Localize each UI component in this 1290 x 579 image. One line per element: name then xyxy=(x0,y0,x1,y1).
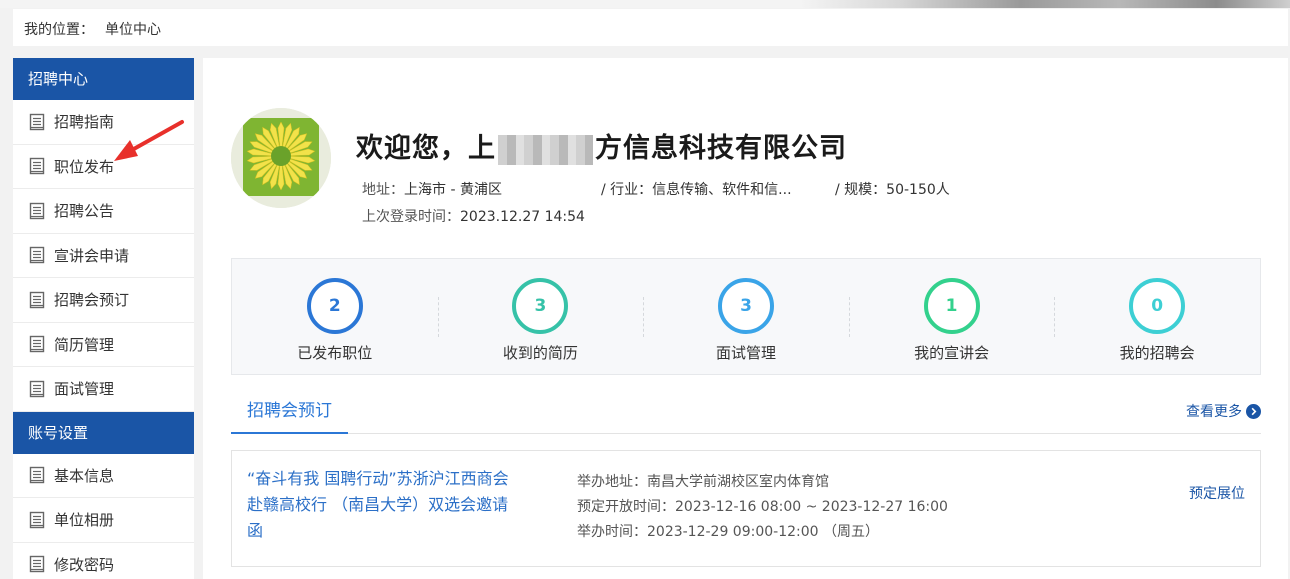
sidebar-item-label: 招聘会预订 xyxy=(54,291,130,310)
fair-venue: 举办地址：南昌大学前湖校区室内体育馆 xyxy=(577,474,829,490)
fair-card: “奋斗有我 国聘行动”苏浙沪江西商会赴赣高校行 （南昌大学）双选会邀请函 举办地… xyxy=(231,450,1261,567)
document-icon xyxy=(28,335,46,353)
stat-ring: 3 xyxy=(717,278,774,334)
stat-caption: 我的宣讲会 xyxy=(914,344,990,362)
tab-fair-booking[interactable]: 招聘会预订 xyxy=(231,391,348,434)
breadcrumb: 我的位置： 单位中心 xyxy=(13,9,1288,46)
stat-interviews[interactable]: 3 面试管理 xyxy=(643,259,849,374)
stat-ring: 0 xyxy=(1129,278,1186,334)
sidebar-item-label: 单位相册 xyxy=(54,511,115,530)
sidebar: 招聘中心 招聘指南 职位发布 招聘公告 宣讲会申请 招聘会预订 简历管理 面试管… xyxy=(13,58,194,579)
address-info: 地址：上海市 - 黄浦区 xyxy=(362,179,502,199)
sidebar-item-label: 宣讲会申请 xyxy=(54,246,130,265)
main-panel: 欢迎您，上 方信息科技有限公司 地址：上海市 - 黄浦区 / 行业：信息传输、软件… xyxy=(203,58,1288,579)
sidebar-item-post-job[interactable]: 职位发布 xyxy=(13,145,194,189)
industry-info: / 行业：信息传输、软件和信... xyxy=(601,179,792,199)
breadcrumb-label: 我的位置： xyxy=(24,22,94,38)
document-icon xyxy=(28,113,46,131)
sidebar-item-label: 简历管理 xyxy=(54,335,115,354)
top-banner xyxy=(0,0,1290,8)
company-name-start: 上 xyxy=(468,133,496,164)
document-icon xyxy=(28,202,46,220)
scale-info: / 规模：50-150人 xyxy=(835,179,950,199)
stat-ring: 3 xyxy=(512,278,569,334)
view-more-link[interactable]: 查看更多 xyxy=(1186,401,1261,421)
stat-my-fairs[interactable]: 0 我的招聘会 xyxy=(1054,259,1260,374)
document-icon xyxy=(28,291,46,309)
industry-label: / 行业： xyxy=(601,182,653,198)
address-value: 上海市 - 黄浦区 xyxy=(404,182,502,198)
document-icon xyxy=(28,466,46,484)
stat-caption: 已发布职位 xyxy=(297,344,373,362)
stat-my-seminars[interactable]: 1 我的宣讲会 xyxy=(848,259,1055,374)
last-login-info: 上次登录时间：2023.12.27 14:54 xyxy=(362,206,585,226)
scale-label: / 规模： xyxy=(835,182,887,198)
sidebar-item-label: 面试管理 xyxy=(54,380,115,399)
document-icon xyxy=(28,555,46,573)
stat-ring: 2 xyxy=(306,278,363,334)
stat-caption: 面试管理 xyxy=(715,344,776,362)
welcome-heading: 欢迎您，上 方信息科技有限公司 xyxy=(356,126,847,165)
sidebar-item-label: 招聘公告 xyxy=(54,202,115,221)
breadcrumb-current: 单位中心 xyxy=(105,22,161,38)
login-value: 2023.12.27 14:54 xyxy=(460,209,585,225)
book-booth-button[interactable]: 预定展位 xyxy=(1189,483,1245,503)
stat-published-jobs[interactable]: 2 已发布职位 xyxy=(232,259,438,374)
document-icon xyxy=(28,246,46,264)
document-icon xyxy=(28,511,46,529)
scale-value: 50-150人 xyxy=(886,182,950,198)
redacted-blur xyxy=(498,134,593,165)
fair-booking-window: 预定开放时间：2023-12-16 08:00 ~ 2023-12-27 16:… xyxy=(577,499,948,515)
document-icon xyxy=(28,157,46,175)
fair-title-link[interactable]: “奋斗有我 国聘行动”苏浙沪江西商会赴赣高校行 （南昌大学）双选会邀请函 xyxy=(247,466,522,544)
sidebar-item-label: 修改密码 xyxy=(54,555,115,574)
sidebar-item-label: 招聘指南 xyxy=(54,113,115,132)
sidebar-item-seminar-apply[interactable]: 宣讲会申请 xyxy=(13,234,194,278)
login-label: 上次登录时间： xyxy=(362,209,460,225)
chevron-right-icon xyxy=(1246,403,1261,419)
sidebar-item-label: 职位发布 xyxy=(54,157,115,176)
stat-caption: 我的招聘会 xyxy=(1119,344,1195,362)
industry-value: 信息传输、软件和信... xyxy=(652,182,792,198)
stat-caption: 收到的简历 xyxy=(502,344,578,362)
stat-ring: 1 xyxy=(923,278,980,334)
company-name-end: 方信息科技有限公司 xyxy=(595,133,847,164)
address-label: 地址： xyxy=(362,182,404,198)
sidebar-item-fair-booking[interactable]: 招聘会预订 xyxy=(13,278,194,323)
sidebar-item-album[interactable]: 单位相册 xyxy=(13,498,194,543)
sidebar-item-change-password[interactable]: 修改密码 xyxy=(13,543,194,579)
stat-received-resumes[interactable]: 3 收到的简历 xyxy=(437,259,644,374)
banner-photo xyxy=(800,0,1290,8)
fair-time: 举办时间：2023-12-29 09:00-12:00 （周五） xyxy=(577,524,880,540)
tab-bar: 招聘会预订 查看更多 xyxy=(231,391,1261,434)
sidebar-item-interview-manage[interactable]: 面试管理 xyxy=(13,367,194,412)
sidebar-item-announcement[interactable]: 招聘公告 xyxy=(13,189,194,234)
welcome-prefix: 欢迎您， xyxy=(356,133,468,164)
company-logo xyxy=(231,108,331,208)
document-icon xyxy=(28,380,46,398)
sidebar-item-resume-manage[interactable]: 简历管理 xyxy=(13,323,194,367)
sidebar-item-label: 基本信息 xyxy=(54,466,115,485)
stats-panel: 2 已发布职位 3 收到的简历 3 面试管理 1 我的宣讲会 0 我的招聘会 xyxy=(231,258,1261,375)
view-more-label: 查看更多 xyxy=(1186,404,1242,420)
sidebar-item-basic-info[interactable]: 基本信息 xyxy=(13,454,194,498)
sidebar-header-recruit: 招聘中心 xyxy=(13,58,194,100)
sidebar-header-account: 账号设置 xyxy=(13,411,194,454)
sidebar-item-recruit-guide[interactable]: 招聘指南 xyxy=(13,100,194,145)
